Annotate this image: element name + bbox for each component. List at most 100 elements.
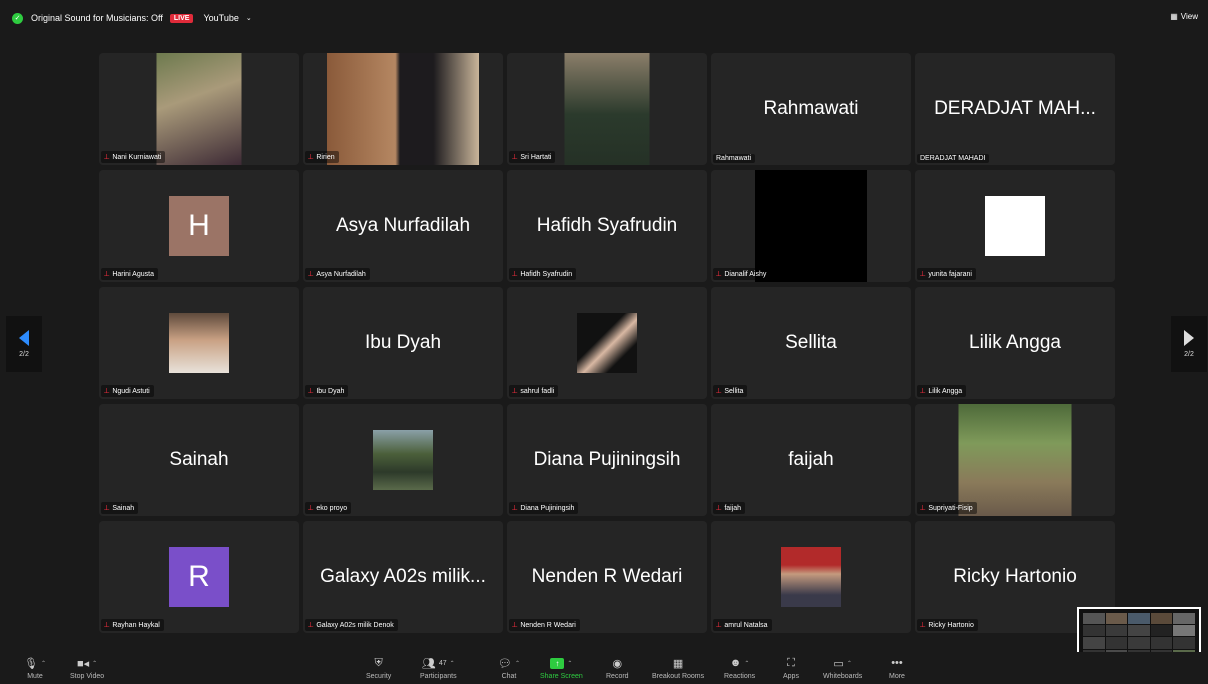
chevron-up-icon[interactable]: ⌃ bbox=[847, 660, 852, 667]
participant-tile[interactable]: Lilik Angga ⟂ Lilik Angga bbox=[915, 287, 1115, 399]
mute-button[interactable]: 🎙︎ ⌃ Mute bbox=[24, 656, 46, 681]
chevron-up-icon[interactable]: ⌃ bbox=[450, 660, 455, 667]
participants-button[interactable]: 👥︎ 47 ⌃ Participants bbox=[420, 656, 457, 681]
security-button[interactable]: ⛨ Security bbox=[366, 656, 391, 681]
mic-muted-icon: ⟂ bbox=[512, 152, 518, 161]
chevron-up-icon[interactable]: ⌃ bbox=[92, 660, 97, 667]
meeting-toolbar: 🎙︎ ⌃ Mute ■◂ ⌃ Stop Video ⛨ Security 👥︎ 47 ⌃… bbox=[0, 652, 1208, 684]
previous-page-button[interactable]: 2/2 bbox=[6, 316, 42, 372]
mic-muted-icon: ⟂ bbox=[716, 503, 722, 512]
participant-label: ⟂ Nenden R Wedari bbox=[509, 619, 580, 631]
shield-icon: ⛨ bbox=[374, 656, 383, 669]
participant-display-name: Sainah bbox=[169, 449, 229, 470]
participant-tile[interactable]: Sainah ⟂ Sainah bbox=[99, 404, 299, 516]
whiteboards-button[interactable]: ▭ ⌃ Whiteboards bbox=[823, 656, 863, 681]
apps-icon: ⛶ bbox=[787, 656, 795, 669]
mic-muted-icon: ⟂ bbox=[104, 152, 110, 161]
participant-tile[interactable]: ⟂ Ngudi Astuti bbox=[99, 287, 299, 399]
participant-tile[interactable]: H ⟂ Harini Agusta bbox=[99, 170, 299, 282]
mic-muted-icon: ⟂ bbox=[512, 269, 518, 278]
participant-label: ⟂ Ngudi Astuti bbox=[101, 385, 154, 397]
view-button[interactable]: ▦ View bbox=[1170, 12, 1198, 21]
record-icon: ◉ bbox=[612, 657, 623, 670]
mic-muted-icon: ⟂ bbox=[308, 503, 314, 512]
participant-display-name: Lilik Angga bbox=[969, 332, 1061, 353]
smiley-plus-icon: ☻ bbox=[729, 657, 742, 669]
participant-display-name: Nenden R Wedari bbox=[531, 566, 683, 587]
breakout-rooms-icon: ▦ bbox=[672, 657, 684, 670]
apps-button[interactable]: ⛶ Apps bbox=[783, 656, 799, 681]
video-camera-icon: ■◂ bbox=[76, 657, 90, 670]
stop-video-label: Stop Video bbox=[70, 673, 105, 680]
participant-tile[interactable]: Hafidh Syafrudin ⟂ Hafidh Syafrudin bbox=[507, 170, 707, 282]
participant-label: ⟂ Galaxy A02s milik Denok bbox=[305, 619, 398, 631]
participant-tile[interactable]: ⟂ Supriyati-Fisip bbox=[915, 404, 1115, 516]
participant-tile[interactable]: Asya Nurfadilah ⟂ Asya Nurfadilah bbox=[303, 170, 503, 282]
record-button[interactable]: ◉ Record bbox=[606, 656, 629, 681]
participant-tile[interactable]: ⟂ eko proyo bbox=[303, 404, 503, 516]
whiteboards-label: Whiteboards bbox=[823, 673, 863, 680]
more-label: More bbox=[889, 673, 905, 680]
security-shield-icon[interactable]: ✓ bbox=[12, 12, 23, 24]
participant-display-name: Hafidh Syafrudin bbox=[536, 215, 678, 236]
participant-tile[interactable]: ⟂ yunita fajarani bbox=[915, 170, 1115, 282]
participant-label: ⟂ Sainah bbox=[101, 502, 139, 514]
live-badge[interactable]: LIVE bbox=[169, 13, 194, 23]
more-button[interactable]: ••• More bbox=[889, 656, 905, 680]
profile-picture bbox=[373, 430, 433, 490]
arrow-left-icon bbox=[19, 330, 29, 346]
participant-tile[interactable]: ⟂ Nani Kurniawati bbox=[99, 53, 299, 165]
page-indicator-left: 2/2 bbox=[19, 351, 29, 358]
participant-tile[interactable]: Sellita ⟂ Sellita bbox=[711, 287, 911, 399]
participant-tile[interactable]: Diana Pujiningsih ⟂ Diana Pujiningsih bbox=[507, 404, 707, 516]
participant-tile[interactable]: faijah ⟂ faijah bbox=[711, 404, 911, 516]
mic-muted-icon: ⟂ bbox=[920, 503, 926, 512]
participant-tile[interactable]: ⟂ Sri Hartati bbox=[507, 53, 707, 165]
participant-tile[interactable]: DERADJAT MAH... DERADJAT MAHADI bbox=[915, 53, 1115, 165]
stream-target-dropdown[interactable]: YouTube ⌄ bbox=[203, 13, 251, 23]
stop-video-button[interactable]: ■◂ ⌃ Stop Video bbox=[70, 656, 105, 681]
participant-tile[interactable]: Rahmawati Rahmawati bbox=[711, 53, 911, 165]
participant-tile[interactable]: ⟂ amrul Natalsa bbox=[711, 521, 911, 633]
participant-label: ⟂ Ririen bbox=[305, 151, 339, 163]
participant-tile[interactable]: Ibu Dyah ⟂ Ibu Dyah bbox=[303, 287, 503, 399]
participant-label: ⟂ yunita fajarani bbox=[917, 268, 976, 280]
gallery-grid: ⟂ Nani Kurniawati ⟂ Ririen ⟂ Sri Hartati Ra… bbox=[99, 53, 1116, 633]
mic-muted-icon: ⟂ bbox=[920, 386, 926, 395]
participant-display-name: Asya Nurfadilah bbox=[335, 215, 471, 236]
people-icon: 👥︎ bbox=[421, 657, 436, 670]
mic-muted-icon: ⟂ bbox=[512, 386, 518, 395]
mic-muted-icon: ⟂ bbox=[104, 620, 110, 629]
chat-button[interactable]: 💬︎ ⌃ Chat bbox=[498, 656, 520, 681]
mic-muted-icon: ⟂ bbox=[104, 386, 110, 395]
participant-display-name: Diana Pujiningsih bbox=[533, 449, 681, 470]
chevron-up-icon[interactable]: ⌃ bbox=[744, 660, 749, 667]
participant-display-name: DERADJAT MAH... bbox=[934, 98, 1096, 119]
ellipsis-icon: ••• bbox=[891, 657, 903, 669]
participant-tile[interactable]: ⟂ Dianalif Aishy bbox=[711, 170, 911, 282]
chevron-up-icon[interactable]: ⌃ bbox=[41, 660, 46, 667]
mic-muted-icon: ⟂ bbox=[716, 386, 722, 395]
chat-bubble-icon: 💬︎ bbox=[498, 657, 512, 670]
reactions-button[interactable]: ☻ ⌃ Reactions bbox=[724, 656, 755, 680]
chevron-up-icon[interactable]: ⌃ bbox=[567, 660, 572, 667]
participant-video bbox=[755, 170, 867, 282]
view-label: View bbox=[1180, 12, 1198, 21]
participant-tile[interactable]: R ⟂ Rayhan Haykal bbox=[99, 521, 299, 633]
next-page-button[interactable]: 2/2 bbox=[1171, 316, 1207, 372]
breakout-rooms-button[interactable]: ▦ Breakout Rooms bbox=[652, 656, 704, 681]
participant-tile[interactable]: ⟂ Ririen bbox=[303, 53, 503, 165]
participant-tile[interactable]: Nenden R Wedari ⟂ Nenden R Wedari bbox=[507, 521, 707, 633]
chevron-up-icon[interactable]: ⌃ bbox=[515, 660, 520, 667]
participant-label: ⟂ Hafidh Syafrudin bbox=[509, 268, 577, 280]
whiteboard-icon: ▭ bbox=[833, 657, 844, 670]
participant-display-name: Ibu Dyah bbox=[364, 332, 442, 353]
participant-label: ⟂ faijah bbox=[713, 502, 746, 514]
mic-muted-icon: ⟂ bbox=[308, 620, 314, 629]
stream-target-label: YouTube bbox=[203, 13, 239, 23]
participant-tile[interactable]: Galaxy A02s milik... ⟂ Galaxy A02s milik … bbox=[303, 521, 503, 633]
share-screen-button[interactable]: ↑ ⌃ Share Screen bbox=[540, 656, 583, 680]
participant-tile[interactable]: ⟂ sahrul fadli bbox=[507, 287, 707, 399]
original-sound-label[interactable]: Original Sound for Musicians: Off bbox=[31, 13, 163, 23]
participant-display-name: Rahmawati bbox=[763, 98, 859, 119]
